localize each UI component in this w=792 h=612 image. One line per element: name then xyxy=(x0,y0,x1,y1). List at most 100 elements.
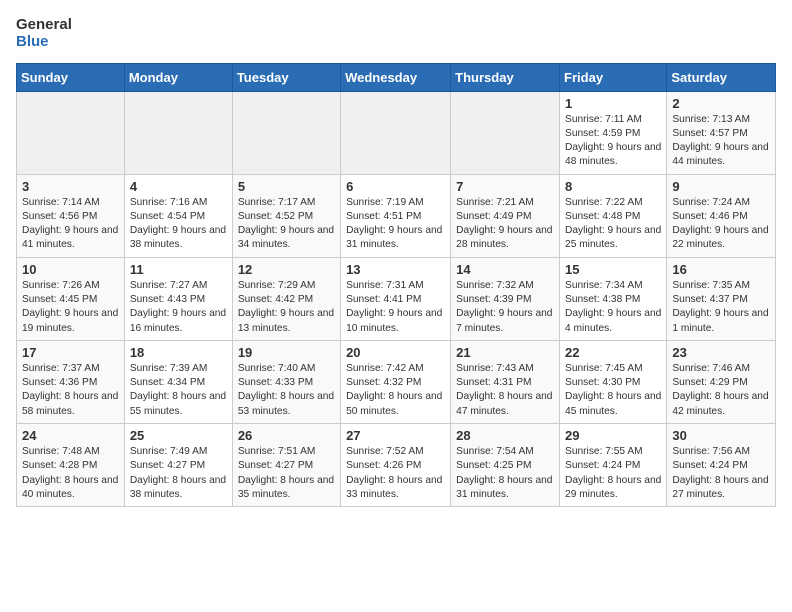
day-number: 3 xyxy=(22,179,119,194)
day-number: 9 xyxy=(672,179,770,194)
week-row-3: 10 Sunrise: 7:26 AM Sunset: 4:45 PM Dayli… xyxy=(17,257,776,340)
calendar-cell: 24 Sunrise: 7:48 AM Sunset: 4:28 PM Dayli… xyxy=(17,424,125,507)
calendar-cell: 29Sunrise: 7:55 AM Sunset: 4:24 PM Dayli… xyxy=(560,424,667,507)
day-info: Sunrise: 7:32 AM Sunset: 4:39 PM Dayligh… xyxy=(456,279,554,336)
weekday-header-sunday: Sunday xyxy=(17,63,125,91)
day-number: 16 xyxy=(672,262,770,277)
weekday-header-saturday: Saturday xyxy=(667,63,776,91)
calendar-cell: 4 Sunrise: 7:16 AM Sunset: 4:54 PM Daylig… xyxy=(124,174,232,257)
day-info: Sunrise: 7:16 AM Sunset: 4:54 PM Dayligh… xyxy=(130,196,227,253)
day-info: Sunrise: 7:37 AM Sunset: 4:36 PM Dayligh… xyxy=(22,362,119,419)
day-number: 24 xyxy=(22,428,119,443)
day-info: Sunrise: 7:35 AM Sunset: 4:37 PM Dayligh… xyxy=(672,279,770,336)
weekday-header-wednesday: Wednesday xyxy=(341,63,451,91)
day-info: Sunrise: 7:39 AM Sunset: 4:34 PM Dayligh… xyxy=(130,362,227,419)
week-row-2: 3 Sunrise: 7:14 AM Sunset: 4:56 PM Daylig… xyxy=(17,174,776,257)
day-number: 11 xyxy=(130,262,227,277)
calendar-cell: 6 Sunrise: 7:19 AM Sunset: 4:51 PM Daylig… xyxy=(341,174,451,257)
calendar-cell: 21 Sunrise: 7:43 AM Sunset: 4:31 PM Dayli… xyxy=(451,340,560,423)
calendar-cell: 14 Sunrise: 7:32 AM Sunset: 4:39 PM Dayli… xyxy=(451,257,560,340)
calendar-cell: 8 Sunrise: 7:22 AM Sunset: 4:48 PM Daylig… xyxy=(560,174,667,257)
calendar-cell: 11Sunrise: 7:27 AM Sunset: 4:43 PM Dayli… xyxy=(124,257,232,340)
day-number: 7 xyxy=(456,179,554,194)
calendar-cell: 15 Sunrise: 7:34 AM Sunset: 4:38 PM Dayli… xyxy=(560,257,667,340)
weekday-header-row: SundayMondayTuesdayWednesdayThursdayFrid… xyxy=(17,63,776,91)
weekday-header-monday: Monday xyxy=(124,63,232,91)
calendar-cell xyxy=(17,91,125,174)
calendar-cell xyxy=(232,91,340,174)
day-info: Sunrise: 7:43 AM Sunset: 4:31 PM Dayligh… xyxy=(456,362,554,419)
day-number: 6 xyxy=(346,179,445,194)
calendar-cell: 22 Sunrise: 7:45 AM Sunset: 4:30 PM Dayli… xyxy=(560,340,667,423)
calendar-cell: 7Sunrise: 7:21 AM Sunset: 4:49 PM Daylig… xyxy=(451,174,560,257)
day-info: Sunrise: 7:13 AM Sunset: 4:57 PM Dayligh… xyxy=(672,113,770,170)
calendar-cell xyxy=(451,91,560,174)
day-info: Sunrise: 7:56 AM Sunset: 4:24 PM Dayligh… xyxy=(672,445,770,502)
calendar-cell: 28 Sunrise: 7:54 AM Sunset: 4:25 PM Dayli… xyxy=(451,424,560,507)
day-info: Sunrise: 7:55 AM Sunset: 4:24 PM Dayligh… xyxy=(565,445,661,502)
day-number: 23 xyxy=(672,345,770,360)
day-info: Sunrise: 7:48 AM Sunset: 4:28 PM Dayligh… xyxy=(22,445,119,502)
calendar-cell xyxy=(124,91,232,174)
calendar-cell xyxy=(341,91,451,174)
day-info: Sunrise: 7:34 AM Sunset: 4:38 PM Dayligh… xyxy=(565,279,661,336)
calendar-cell: 9 Sunrise: 7:24 AM Sunset: 4:46 PM Daylig… xyxy=(667,174,776,257)
day-number: 30 xyxy=(672,428,770,443)
day-number: 13 xyxy=(346,262,445,277)
day-info: Sunrise: 7:45 AM Sunset: 4:30 PM Dayligh… xyxy=(565,362,661,419)
calendar-cell: 13Sunrise: 7:31 AM Sunset: 4:41 PM Dayli… xyxy=(341,257,451,340)
calendar-cell: 25 Sunrise: 7:49 AM Sunset: 4:27 PM Dayli… xyxy=(124,424,232,507)
day-number: 17 xyxy=(22,345,119,360)
day-number: 27 xyxy=(346,428,445,443)
calendar-table: SundayMondayTuesdayWednesdayThursdayFrid… xyxy=(16,63,776,508)
day-number: 28 xyxy=(456,428,554,443)
day-info: Sunrise: 7:29 AM Sunset: 4:42 PM Dayligh… xyxy=(238,279,335,336)
day-number: 21 xyxy=(456,345,554,360)
calendar-cell: 20 Sunrise: 7:42 AM Sunset: 4:32 PM Dayli… xyxy=(341,340,451,423)
weekday-header-tuesday: Tuesday xyxy=(232,63,340,91)
day-number: 1 xyxy=(565,96,661,111)
day-info: Sunrise: 7:19 AM Sunset: 4:51 PM Dayligh… xyxy=(346,196,445,253)
day-info: Sunrise: 7:14 AM Sunset: 4:56 PM Dayligh… xyxy=(22,196,119,253)
calendar-cell: 23 Sunrise: 7:46 AM Sunset: 4:29 PM Dayli… xyxy=(667,340,776,423)
day-info: Sunrise: 7:22 AM Sunset: 4:48 PM Dayligh… xyxy=(565,196,661,253)
week-row-4: 17 Sunrise: 7:37 AM Sunset: 4:36 PM Dayli… xyxy=(17,340,776,423)
day-number: 10 xyxy=(22,262,119,277)
calendar-cell: 17 Sunrise: 7:37 AM Sunset: 4:36 PM Dayli… xyxy=(17,340,125,423)
logo-text-general: General xyxy=(16,16,72,33)
day-number: 22 xyxy=(565,345,661,360)
day-number: 26 xyxy=(238,428,335,443)
calendar-cell: 16 Sunrise: 7:35 AM Sunset: 4:37 PM Dayli… xyxy=(667,257,776,340)
day-info: Sunrise: 7:24 AM Sunset: 4:46 PM Dayligh… xyxy=(672,196,770,253)
day-info: Sunrise: 7:49 AM Sunset: 4:27 PM Dayligh… xyxy=(130,445,227,502)
day-info: Sunrise: 7:52 AM Sunset: 4:26 PM Dayligh… xyxy=(346,445,445,502)
calendar-cell: 1 Sunrise: 7:11 AM Sunset: 4:59 PM Daylig… xyxy=(560,91,667,174)
calendar-cell: 3 Sunrise: 7:14 AM Sunset: 4:56 PM Daylig… xyxy=(17,174,125,257)
day-number: 15 xyxy=(565,262,661,277)
day-info: Sunrise: 7:42 AM Sunset: 4:32 PM Dayligh… xyxy=(346,362,445,419)
calendar-cell: 19Sunrise: 7:40 AM Sunset: 4:33 PM Dayli… xyxy=(232,340,340,423)
day-info: Sunrise: 7:46 AM Sunset: 4:29 PM Dayligh… xyxy=(672,362,770,419)
day-number: 20 xyxy=(346,345,445,360)
day-info: Sunrise: 7:17 AM Sunset: 4:52 PM Dayligh… xyxy=(238,196,335,253)
logo: General Blue xyxy=(16,16,72,51)
calendar-cell: 18 Sunrise: 7:39 AM Sunset: 4:34 PM Dayli… xyxy=(124,340,232,423)
calendar-cell: 12Sunrise: 7:29 AM Sunset: 4:42 PM Dayli… xyxy=(232,257,340,340)
page-header: General Blue xyxy=(16,16,776,51)
day-info: Sunrise: 7:26 AM Sunset: 4:45 PM Dayligh… xyxy=(22,279,119,336)
day-number: 4 xyxy=(130,179,227,194)
calendar-cell: 5Sunrise: 7:17 AM Sunset: 4:52 PM Daylig… xyxy=(232,174,340,257)
week-row-5: 24 Sunrise: 7:48 AM Sunset: 4:28 PM Dayli… xyxy=(17,424,776,507)
day-number: 25 xyxy=(130,428,227,443)
calendar-cell: 27 Sunrise: 7:52 AM Sunset: 4:26 PM Dayli… xyxy=(341,424,451,507)
weekday-header-friday: Friday xyxy=(560,63,667,91)
day-number: 2 xyxy=(672,96,770,111)
day-number: 18 xyxy=(130,345,227,360)
day-number: 8 xyxy=(565,179,661,194)
logo-text-blue: Blue xyxy=(16,33,72,50)
calendar-cell: 2 Sunrise: 7:13 AM Sunset: 4:57 PM Daylig… xyxy=(667,91,776,174)
calendar-cell: 30 Sunrise: 7:56 AM Sunset: 4:24 PM Dayli… xyxy=(667,424,776,507)
day-info: Sunrise: 7:54 AM Sunset: 4:25 PM Dayligh… xyxy=(456,445,554,502)
day-number: 14 xyxy=(456,262,554,277)
day-info: Sunrise: 7:11 AM Sunset: 4:59 PM Dayligh… xyxy=(565,113,661,170)
